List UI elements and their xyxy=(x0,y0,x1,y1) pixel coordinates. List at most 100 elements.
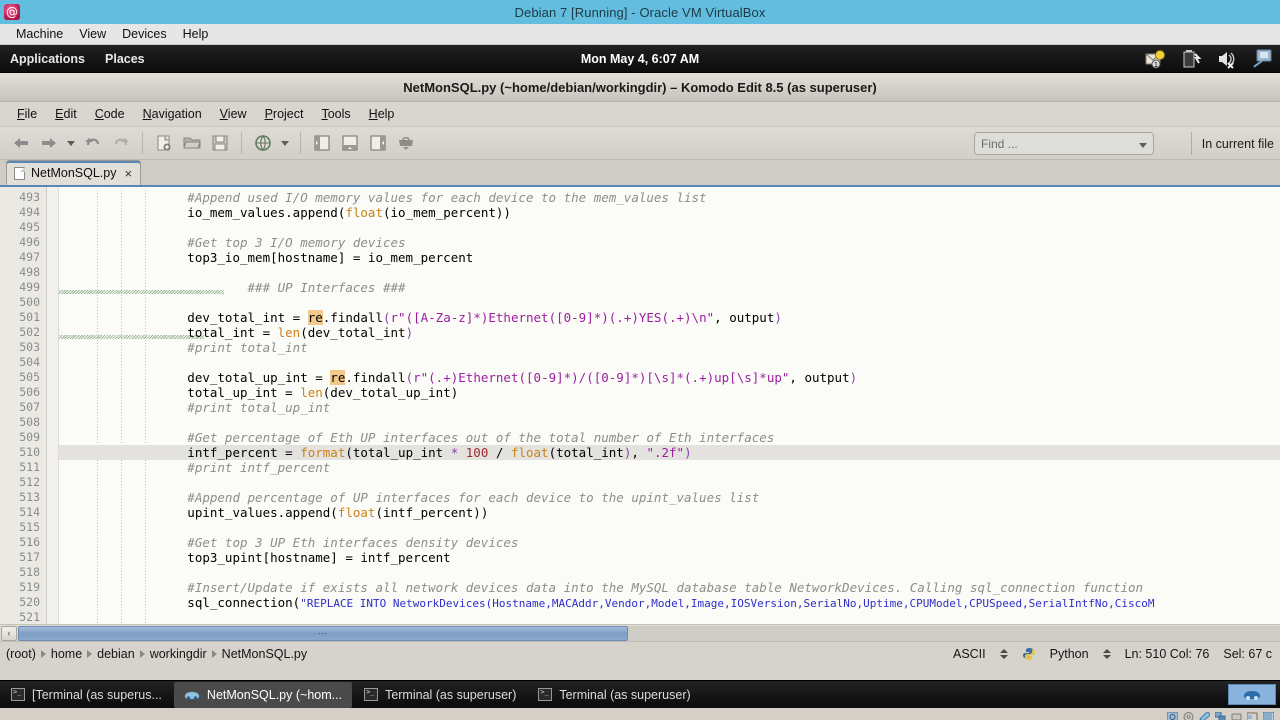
find-scope-label[interactable]: In current file xyxy=(1190,132,1274,155)
taskbar-item[interactable]: [Terminal (as superus... xyxy=(1,682,172,708)
code-line[interactable] xyxy=(59,265,1280,280)
save-file-icon[interactable] xyxy=(207,131,233,156)
network-icon[interactable] xyxy=(1214,709,1226,720)
code-line[interactable]: sql_connection("REPLACE INTO NetworkDevi… xyxy=(59,595,1280,610)
menu-project[interactable]: Project xyxy=(256,102,313,126)
line-number: 509 xyxy=(19,430,40,444)
taskbar-item[interactable]: NetMonSQL.py (~hom... xyxy=(173,681,353,708)
left-pane-icon[interactable] xyxy=(309,131,335,156)
menu-navigation[interactable]: Navigation xyxy=(134,102,211,126)
vbox-menu-help[interactable]: Help xyxy=(175,24,217,44)
vbox-menu-devices[interactable]: Devices xyxy=(114,24,174,44)
open-file-icon[interactable] xyxy=(179,131,205,156)
code-line[interactable] xyxy=(59,520,1280,535)
new-file-icon[interactable] xyxy=(151,131,177,156)
clock[interactable]: Mon May 4, 6:07 AM xyxy=(0,52,1280,66)
code-line[interactable] xyxy=(59,295,1280,310)
menu-edit[interactable]: Edit xyxy=(46,102,86,126)
code-line[interactable]: #print intf_percent xyxy=(59,460,1280,475)
forward-arrow-icon[interactable] xyxy=(36,131,62,156)
close-icon[interactable]: × xyxy=(124,166,132,181)
breadcrumb-file[interactable]: NetMonSQL.py xyxy=(222,647,307,661)
vbox-menu-view[interactable]: View xyxy=(71,24,114,44)
bottom-pane-icon[interactable] xyxy=(337,131,363,156)
encoding-label[interactable]: ASCII xyxy=(953,647,986,661)
code-line[interactable]: top3_io_mem[hostname] = io_mem_percent xyxy=(59,250,1280,265)
tab-netmonsql-py[interactable]: NetMonSQL.py × xyxy=(6,160,142,185)
undo-icon[interactable] xyxy=(80,131,106,156)
code-folding-column[interactable] xyxy=(47,187,59,624)
right-pane-icon[interactable] xyxy=(365,131,391,156)
menu-file[interactable]: File xyxy=(8,102,46,126)
places-menu[interactable]: Places xyxy=(95,46,155,72)
menu-tools[interactable]: Tools xyxy=(312,102,359,126)
code-line[interactable] xyxy=(59,220,1280,235)
code-token: re xyxy=(330,370,346,385)
code-line[interactable]: #print total_int xyxy=(59,340,1280,355)
scrollbar-thumb[interactable]: ⋯ xyxy=(18,625,628,641)
code-line[interactable]: top3_upint[hostname] = intf_percent xyxy=(59,550,1280,565)
optical-disk-icon[interactable] xyxy=(1183,709,1194,720)
code-line[interactable]: #Get top 3 UP Eth interfaces density dev… xyxy=(59,535,1280,550)
code-line[interactable]: #Append used I/O memory values for each … xyxy=(59,190,1280,205)
code-line[interactable]: dev_total_up_int = re.findall(r"(.+)Ethe… xyxy=(59,370,1280,385)
code-line[interactable]: #Get percentage of Eth UP interfaces out… xyxy=(59,430,1280,445)
taskbar-item[interactable]: Terminal (as superuser) xyxy=(528,682,700,708)
menu-code[interactable]: Code xyxy=(86,102,134,126)
vbox-status-strip xyxy=(0,708,1280,720)
preview-dropdown-icon[interactable] xyxy=(278,131,292,156)
menu-view[interactable]: View xyxy=(211,102,256,126)
breadcrumb-workingdir[interactable]: workingdir xyxy=(150,647,207,661)
scroll-left-button[interactable]: ‹ xyxy=(1,625,17,641)
power-battery-icon[interactable] xyxy=(1180,48,1202,70)
volume-muted-icon[interactable] xyxy=(1216,48,1238,70)
vbox-menu-machine[interactable]: Machine xyxy=(8,24,71,44)
display-icon[interactable] xyxy=(1262,709,1275,720)
history-dropdown-icon[interactable] xyxy=(64,131,78,156)
code-line[interactable]: #Insert/Update if exists all network dev… xyxy=(59,580,1280,595)
encoding-stepper-icon[interactable] xyxy=(999,648,1008,659)
back-arrow-icon[interactable] xyxy=(8,131,34,156)
find-dropdown-icon[interactable] xyxy=(1139,137,1147,151)
code-line[interactable]: dev_total_int = re.findall(r"([A-Za-z]*)… xyxy=(59,310,1280,325)
shared-folder-icon[interactable] xyxy=(1246,709,1258,720)
scrollbar-track[interactable]: ⋯ xyxy=(18,625,1280,641)
usb-icon[interactable] xyxy=(1231,709,1242,720)
code-line[interactable] xyxy=(59,475,1280,490)
floppy-disk-icon[interactable] xyxy=(1199,709,1211,720)
breadcrumb-root[interactable]: (root) xyxy=(6,647,36,661)
language-stepper-icon[interactable] xyxy=(1102,648,1111,659)
preview-browser-icon[interactable] xyxy=(250,131,276,156)
code-line[interactable]: io_mem_values.append(float(io_mem_percen… xyxy=(59,205,1280,220)
redo-icon[interactable] xyxy=(108,131,134,156)
code-line[interactable] xyxy=(59,415,1280,430)
menu-help[interactable]: Help xyxy=(360,102,404,126)
code-line[interactable] xyxy=(59,610,1280,624)
code-editor[interactable]: 493 494 495 496 497 498 499 500 501 502 503 504 505 5… xyxy=(0,187,1280,624)
breadcrumb-home[interactable]: home xyxy=(51,647,82,661)
code-line[interactable]: ### UP Interfaces ### xyxy=(59,280,1280,295)
code-line[interactable]: #print total_up_int xyxy=(59,400,1280,415)
code-line[interactable]: intf_percent = format(total_up_int * 100… xyxy=(59,445,1280,460)
code-line[interactable] xyxy=(59,355,1280,370)
horizontal-scrollbar[interactable]: ‹ ⋯ xyxy=(0,624,1280,641)
find-input[interactable]: Find ... xyxy=(974,132,1154,155)
workspace-switcher[interactable] xyxy=(1228,684,1276,705)
code-token: ) xyxy=(684,445,692,460)
code-line[interactable]: total_int = len(dev_total_int) xyxy=(59,325,1280,340)
code-line[interactable]: #Get top 3 I/O memory devices xyxy=(59,235,1280,250)
applications-menu[interactable]: Applications xyxy=(0,46,95,72)
taskbar-item[interactable]: Terminal (as superuser) xyxy=(354,682,526,708)
chevron-right-icon xyxy=(40,649,46,658)
code-line[interactable]: total_up_int = len(dev_total_up_int) xyxy=(59,385,1280,400)
network-display-icon[interactable] xyxy=(1252,48,1274,70)
code-text-area[interactable]: #Append used I/O memory values for each … xyxy=(59,187,1280,624)
code-line[interactable] xyxy=(59,565,1280,580)
code-line[interactable]: upint_values.append(float(intf_percent)) xyxy=(59,505,1280,520)
mail-notification-icon[interactable]: 1 xyxy=(1144,48,1166,70)
code-line[interactable]: #Append percentage of UP interfaces for … xyxy=(59,490,1280,505)
breadcrumb-debian[interactable]: debian xyxy=(97,647,135,661)
language-label[interactable]: Python xyxy=(1050,647,1089,661)
toolbox-icon[interactable] xyxy=(393,131,419,156)
hard-disk-icon[interactable] xyxy=(1166,709,1179,720)
